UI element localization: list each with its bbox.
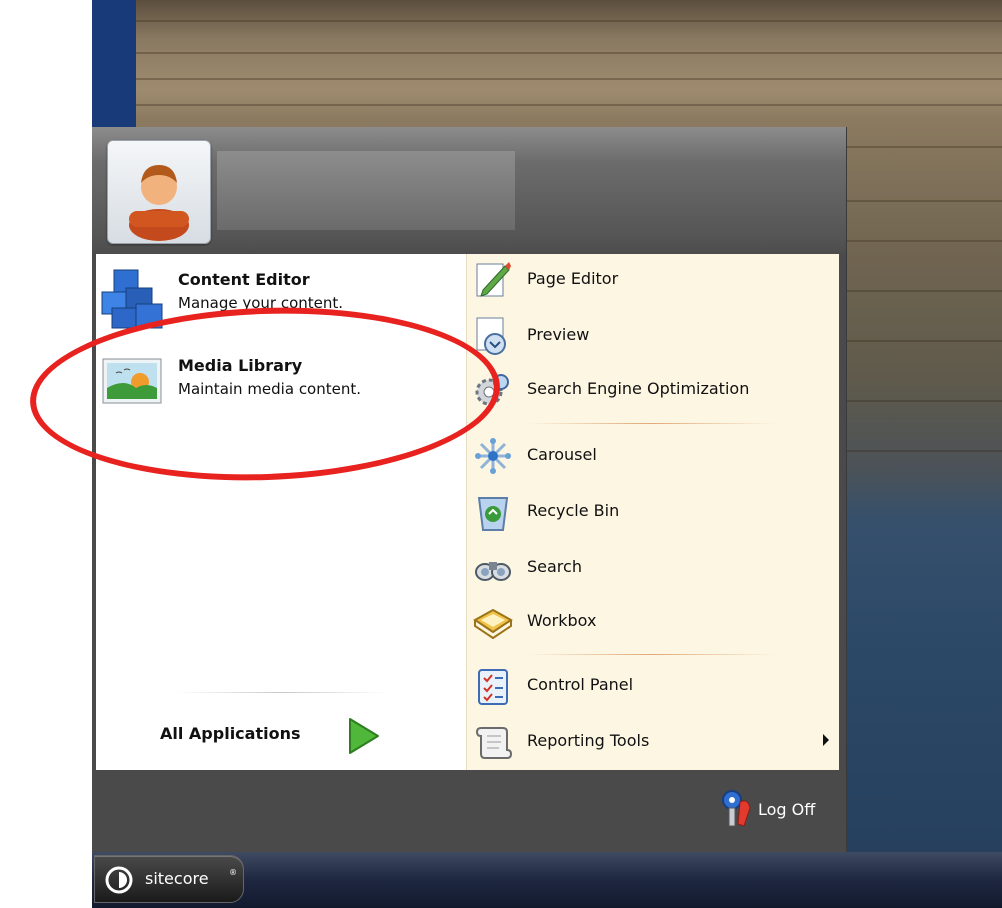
carousel-label: Carousel	[527, 445, 597, 464]
seo-item[interactable]: Search Engine Optimization	[467, 364, 839, 416]
log-off-label: Log Off	[758, 800, 816, 819]
page-editor-item[interactable]: Page Editor	[467, 254, 839, 306]
workbox-item[interactable]: Workbox	[467, 596, 839, 648]
start-menu-footer: Log Off	[92, 770, 846, 852]
left-separator	[176, 692, 388, 693]
user-name-field	[217, 151, 515, 230]
media-library-title: Media Library	[178, 356, 303, 375]
sitecore-label: sitecore	[145, 869, 209, 888]
seo-label: Search Engine Optimization	[527, 379, 750, 398]
start-menu: Content Editor Manage your content. Medi…	[92, 127, 847, 852]
picture-icon	[102, 358, 162, 404]
user-avatar-icon	[129, 165, 189, 241]
registered-mark: ®	[229, 868, 237, 877]
right-separator-1	[527, 423, 775, 424]
media-library-description: Maintain media content.	[178, 380, 362, 398]
recycle-bin-icon	[477, 497, 509, 531]
start-menu-header	[92, 127, 846, 254]
all-applications-button[interactable]: All Applications	[154, 712, 394, 758]
recycle-bin-item[interactable]: Recycle Bin	[467, 486, 839, 538]
seo-gear-icon	[475, 374, 509, 406]
search-label: Search	[527, 557, 582, 576]
control-panel-label: Control Panel	[527, 675, 634, 694]
all-applications-label: All Applications	[160, 724, 301, 743]
workbox-icon	[473, 608, 513, 640]
search-item[interactable]: Search	[467, 542, 839, 594]
media-library-item[interactable]: Media Library Maintain media content.	[96, 348, 456, 418]
content-editor-item[interactable]: Content Editor Manage your content.	[96, 262, 456, 332]
carousel-icon	[475, 438, 511, 474]
sitecore-start-button[interactable]: sitecore ®	[94, 855, 244, 903]
reporting-tools-item[interactable]: Reporting Tools	[467, 716, 839, 768]
workbox-label: Workbox	[527, 611, 597, 630]
control-panel-item[interactable]: Control Panel	[467, 660, 839, 712]
user-avatar[interactable]	[107, 140, 211, 244]
preview-label: Preview	[527, 325, 590, 344]
content-editor-description: Manage your content.	[178, 294, 344, 312]
right-tools-panel: Page Editor Preview Search Engine Optimi…	[466, 254, 839, 770]
log-off-button[interactable]: Log Off	[712, 786, 832, 830]
scroll-icon	[475, 727, 513, 759]
right-separator-2	[527, 654, 775, 655]
sitecore-logo-icon	[105, 866, 133, 894]
content-editor-title: Content Editor	[178, 270, 310, 289]
preview-icon	[476, 317, 506, 355]
control-panel-icon	[478, 669, 508, 705]
window-edge	[92, 0, 136, 130]
page-editor-label: Page Editor	[527, 269, 619, 288]
carousel-item[interactable]: Carousel	[467, 430, 839, 482]
page-editor-icon	[476, 262, 511, 297]
reporting-tools-label: Reporting Tools	[527, 731, 650, 750]
preview-item[interactable]: Preview	[467, 310, 839, 362]
recycle-bin-label: Recycle Bin	[527, 501, 620, 520]
left-app-panel: Content Editor Manage your content. Medi…	[96, 254, 466, 770]
keys-icon	[722, 790, 751, 827]
taskbar: sitecore ®	[92, 852, 1002, 908]
green-arrow-icon	[349, 718, 379, 754]
cubes-icon	[101, 269, 163, 329]
submenu-arrow-icon	[823, 734, 829, 746]
binoculars-icon	[475, 562, 511, 581]
